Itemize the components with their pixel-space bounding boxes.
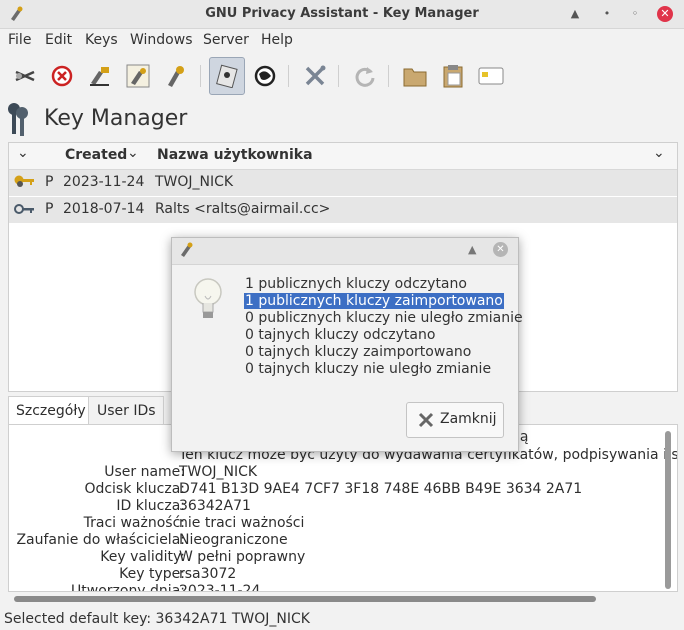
import-result-line: 0 publicznych kluczy nie uległo zmianie: [245, 310, 523, 326]
key-type: P: [45, 201, 54, 217]
field-label: Key type:: [119, 566, 185, 582]
horizontal-scrollbar[interactable]: [14, 596, 596, 602]
tab-details[interactable]: Szczegóły: [8, 396, 90, 425]
key-type: P: [45, 174, 54, 190]
export-key-icon[interactable]: [123, 61, 153, 91]
dialog-title-bar: ▲ ✕: [172, 238, 518, 265]
key-row[interactable]: P 2023-11-24 TWOJ_NICK: [9, 170, 677, 196]
field-value: 36342A71: [179, 498, 251, 514]
close-button[interactable]: Zamknij: [406, 402, 504, 438]
dialog-shade-icon[interactable]: ▲: [468, 243, 476, 256]
refresh-icon[interactable]: [350, 61, 380, 91]
field-label: Odcisk klucza:: [84, 481, 185, 497]
field-value: TWOJ_NICK: [179, 464, 258, 480]
maximize-icon[interactable]: ◦: [627, 6, 643, 22]
dialog-close-icon[interactable]: ✕: [493, 242, 508, 257]
column-user[interactable]: Nazwa użytkownika: [157, 147, 313, 163]
field-value: 2023-11-24: [179, 583, 261, 592]
toolbar-separator: [200, 65, 201, 87]
file-manager-icon[interactable]: [400, 61, 430, 91]
field-label: Traci ważność:: [83, 515, 185, 531]
toolbar-separator: [388, 65, 389, 87]
delete-key-icon[interactable]: [47, 61, 77, 91]
column-created[interactable]: Created: [65, 147, 127, 163]
field-label: User name:: [104, 464, 185, 480]
key-user: Ralts <ralts@airmail.cc>: [155, 201, 331, 217]
public-key-icon: [13, 201, 35, 221]
tab-user-ids[interactable]: User IDs: [88, 396, 164, 425]
key-created: 2023-11-24: [63, 174, 145, 190]
key-created: 2018-07-14: [63, 201, 145, 217]
menu-help[interactable]: Help: [261, 32, 293, 48]
toolbar-separator: [288, 65, 289, 87]
field-label: Key validity:: [100, 549, 185, 565]
expand-column-chevron-icon[interactable]: ⌄: [17, 145, 29, 161]
sort-chevron-icon[interactable]: ⌄: [127, 145, 139, 161]
import-key-icon[interactable]: [85, 61, 115, 91]
status-bar: Selected default key: 36342A71 TWOJ_NICK: [4, 611, 310, 627]
vertical-scrollbar[interactable]: [665, 431, 671, 589]
field-value: Nieograniczone: [179, 532, 288, 548]
key-list-header: ⌄ Created ⌄ Nazwa użytkownika ⌄: [9, 143, 677, 170]
page-title: Key Manager: [44, 106, 188, 131]
field-label: ID klucza:: [116, 498, 185, 514]
import-result-line-selected: 1 publicznych kluczy zaimportowano: [244, 293, 504, 309]
keyring-icon[interactable]: [209, 57, 245, 95]
dialog-app-icon: [179, 242, 195, 262]
import-result-line: 1 publicznych kluczy odczytano: [245, 276, 467, 292]
key-user: TWOJ_NICK: [155, 174, 234, 190]
card-manager-icon[interactable]: [476, 61, 506, 91]
tab-details-label: Szczegóły: [16, 403, 86, 419]
toolbar: [0, 55, 684, 97]
preferences-icon[interactable]: [300, 61, 330, 91]
toolbar-separator: [338, 65, 339, 87]
minimize-icon[interactable]: •: [599, 6, 615, 22]
menu-bar: File Edit Keys Windows Server Help: [0, 29, 684, 53]
import-result-line: 0 tajnych kluczy odczytano: [245, 327, 436, 343]
field-value: rsa3072: [179, 566, 237, 582]
field-label: Zaufanie do właściciela:: [16, 532, 185, 548]
close-window-icon[interactable]: ✕: [657, 6, 673, 22]
close-button-label: Zamknij: [440, 411, 497, 427]
sign-key-icon[interactable]: [10, 61, 40, 91]
title-bar: GNU Privacy Assistant - Key Manager ▲ • …: [0, 0, 684, 29]
field-label: Utworzony dnia:: [71, 583, 185, 592]
menu-file[interactable]: File: [8, 32, 31, 48]
tab-user-ids-label: User IDs: [97, 403, 156, 419]
lightbulb-icon: [192, 276, 224, 328]
field-value: W pełni poprawny: [179, 549, 306, 565]
menu-server[interactable]: Server: [203, 32, 249, 48]
keyserver-icon[interactable]: [250, 61, 280, 91]
import-result-line: 0 tajnych kluczy zaimportowano: [245, 344, 472, 360]
new-key-icon[interactable]: [161, 61, 191, 91]
import-result-dialog: ▲ ✕ 1 publicznych kluczy odczytano 1 pub…: [171, 237, 523, 452]
column-menu-chevron-icon[interactable]: ⌄: [653, 145, 665, 161]
field-value: D741 B13D 9AE4 7CF7 3F18 748E 46BB B49E …: [179, 481, 583, 497]
keys-icon: [4, 100, 32, 142]
keypair-icon: [13, 173, 35, 195]
menu-keys[interactable]: Keys: [85, 32, 118, 48]
close-x-icon: [417, 411, 435, 433]
menu-edit[interactable]: Edit: [45, 32, 72, 48]
import-result-line: 0 tajnych kluczy nie uległo zmianie: [245, 361, 492, 377]
shade-icon[interactable]: ▲: [567, 6, 583, 22]
field-value: nie traci ważności: [179, 515, 305, 531]
clipboard-icon[interactable]: [438, 61, 468, 91]
menu-windows[interactable]: Windows: [130, 32, 193, 48]
key-row[interactable]: P 2018-07-14 Ralts <ralts@airmail.cc>: [9, 197, 677, 223]
